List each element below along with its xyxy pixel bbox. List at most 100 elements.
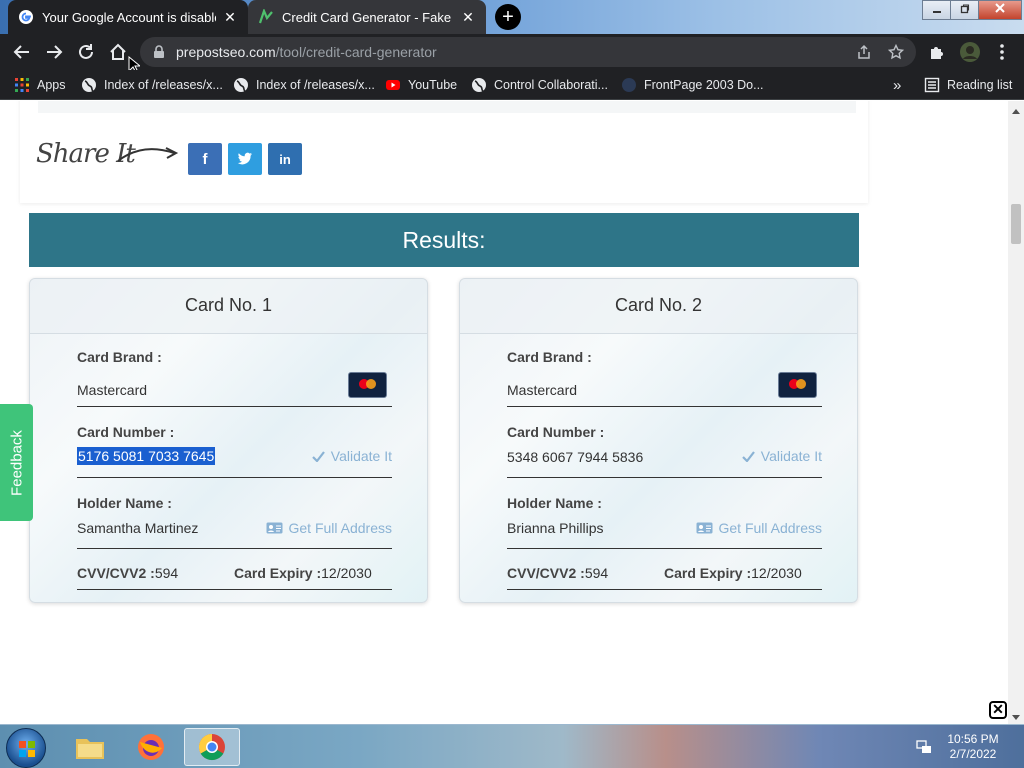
prepostseo-icon (258, 9, 273, 24)
bookmark-control-collaboration[interactable]: Control Collaborati... (471, 76, 608, 94)
avatar-icon (960, 42, 980, 62)
window-close-button[interactable] (978, 0, 1022, 20)
card-header: Card No. 1 (30, 279, 427, 334)
page-icon (622, 78, 636, 92)
scroll-thumb[interactable] (1011, 204, 1021, 244)
google-icon (19, 10, 33, 24)
firefox-icon (138, 734, 164, 760)
bookmark-index-releases-1[interactable]: Index of /releases/x... (81, 76, 223, 94)
forward-button[interactable] (42, 40, 66, 64)
validate-it-label: Validate It (330, 448, 392, 464)
share-twitter-button[interactable] (228, 143, 262, 175)
tab-close-icon[interactable]: ✕ (460, 9, 476, 26)
field-underline (77, 406, 392, 407)
bookmark-label: Index of /releases/x... (256, 78, 375, 92)
holder-name-value: Brianna Phillips (507, 520, 604, 536)
taskbar-firefox[interactable] (123, 728, 179, 766)
share-facebook-button[interactable]: f (188, 143, 222, 175)
taskbar-chrome[interactable] (184, 728, 240, 766)
card-number-value[interactable]: 5176 5081 7033 7645 (77, 447, 216, 465)
puzzle-icon (931, 47, 943, 59)
share-icon[interactable] (856, 44, 872, 60)
get-full-address-label: Get Full Address (288, 520, 393, 536)
get-full-address-link[interactable]: Get Full Address (266, 520, 393, 536)
bookmark-label: Control Collaborati... (494, 78, 608, 92)
bookmarks-overflow-button[interactable]: » (893, 76, 901, 94)
lock-icon (154, 45, 164, 58)
tab-google-account[interactable]: Your Google Account is disabled ✕ (8, 0, 248, 34)
address-bar[interactable]: prepostseo.com/tool/credit-card-generato… (140, 37, 916, 67)
extensions-button[interactable] (927, 42, 947, 62)
feedback-label: Feedback (8, 429, 25, 496)
tab-credit-card-generator[interactable]: Credit Card Generator - Fake cred ✕ (248, 0, 486, 34)
star-icon[interactable] (888, 44, 904, 60)
field-underline (77, 477, 392, 478)
holder-name-value: Samantha Martinez (77, 520, 199, 536)
bookmark-youtube[interactable]: YouTube (385, 76, 457, 94)
browser-toolbar: prepostseo.com/tool/credit-card-generato… (0, 34, 1024, 74)
arrow-right-icon (47, 45, 63, 59)
minimize-icon (933, 11, 941, 13)
profile-avatar[interactable] (960, 42, 980, 62)
reading-list-label: Reading list (947, 78, 1013, 92)
url-path: /tool/credit-card-generator (275, 44, 437, 60)
card-number-label: Card Number : (77, 424, 175, 440)
browser-menu-button[interactable] (992, 42, 1012, 62)
bookmark-label: YouTube (408, 78, 458, 92)
bookmark-frontpage-2003[interactable]: FrontPage 2003 Do... (621, 76, 764, 94)
arrow-left-icon (13, 45, 29, 59)
reading-list-button[interactable]: Reading list (924, 76, 1012, 94)
validate-it-link[interactable]: Validate It (311, 448, 392, 464)
share-linkedin-button[interactable]: in (268, 143, 302, 175)
expiry-label: Card Expiry : (664, 565, 752, 581)
home-icon (110, 43, 126, 60)
home-button[interactable] (106, 40, 130, 64)
results-heading: Results: (29, 213, 859, 267)
new-tab-button[interactable]: + (495, 4, 521, 30)
more-vertical-icon (1000, 44, 1004, 60)
reload-button[interactable] (74, 40, 98, 64)
field-underline (507, 477, 822, 478)
minimize-button[interactable] (922, 0, 952, 20)
credit-card-2: Card No. 2 Card Brand : Mastercard Card … (459, 278, 858, 603)
clock-time: 10:56 PM (947, 732, 999, 746)
taskbar-file-explorer[interactable] (62, 728, 118, 766)
card-header: Card No. 2 (460, 279, 857, 334)
folder-icon (76, 739, 104, 759)
bookmark-label: Apps (37, 78, 66, 92)
share-section: Share It f in (20, 101, 868, 203)
close-icon (995, 3, 1005, 13)
taskbar-clock[interactable]: 10:56 PM 2/7/2022 (930, 732, 1016, 762)
card-number-text[interactable]: 5176 5081 7033 7645 (77, 447, 216, 465)
validate-it-link[interactable]: Validate It (741, 448, 822, 464)
twitter-icon (237, 152, 252, 165)
field-underline (507, 406, 822, 407)
facebook-icon: f (202, 150, 208, 168)
page-scrollbar[interactable] (1008, 101, 1024, 724)
scroll-down-arrow-icon[interactable] (1012, 715, 1020, 720)
cvv-label: CVV/CVV2 : (507, 565, 585, 581)
popup-close-button[interactable]: ✕ (989, 701, 1007, 719)
section-divider (38, 101, 856, 113)
feedback-tab[interactable]: Feedback (0, 404, 33, 521)
holder-name-label: Holder Name : (507, 495, 602, 511)
card-brand-value: Mastercard (77, 382, 148, 398)
chrome-icon (198, 733, 225, 761)
scroll-up-arrow-icon[interactable] (1012, 109, 1020, 114)
field-underline (77, 589, 392, 590)
cvv-group: CVV/CVV2 :594 (77, 565, 178, 581)
bookmark-apps[interactable]: Apps (14, 76, 66, 94)
card-number-value[interactable]: 5348 6067 7944 5836 (507, 449, 643, 465)
reading-list-icon (924, 77, 940, 93)
holder-name-label: Holder Name : (77, 495, 172, 511)
start-button[interactable] (6, 728, 46, 768)
globe-icon (234, 78, 248, 92)
bookmark-index-releases-2[interactable]: Index of /releases/x... (233, 76, 375, 94)
restore-button[interactable] (950, 0, 980, 20)
get-full-address-link[interactable]: Get Full Address (696, 520, 822, 536)
restore-icon (960, 4, 970, 14)
tab-close-icon[interactable]: ✕ (222, 9, 238, 26)
back-button[interactable] (10, 40, 34, 64)
field-underline (77, 548, 392, 549)
check-icon (741, 450, 755, 462)
